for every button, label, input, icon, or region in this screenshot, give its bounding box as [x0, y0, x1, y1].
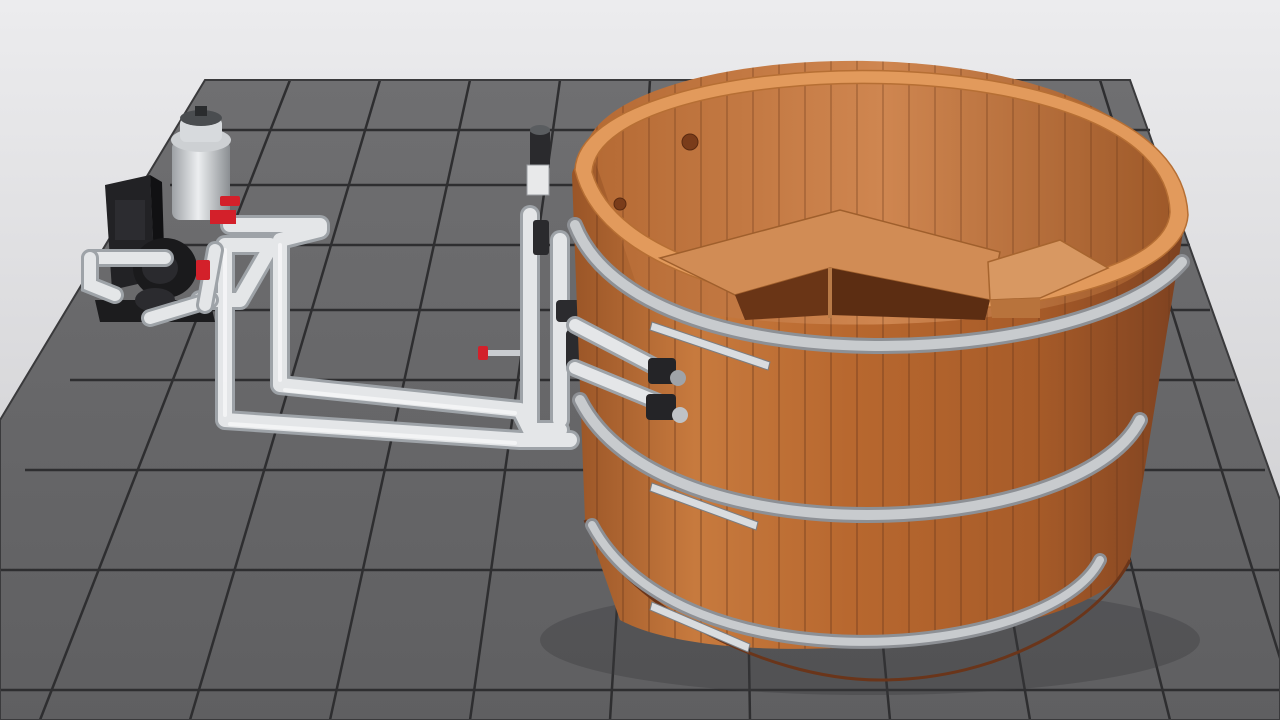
hot-tub — [566, 60, 1190, 682]
scene-svg — [0, 0, 1280, 720]
render-scene — [0, 0, 1280, 720]
